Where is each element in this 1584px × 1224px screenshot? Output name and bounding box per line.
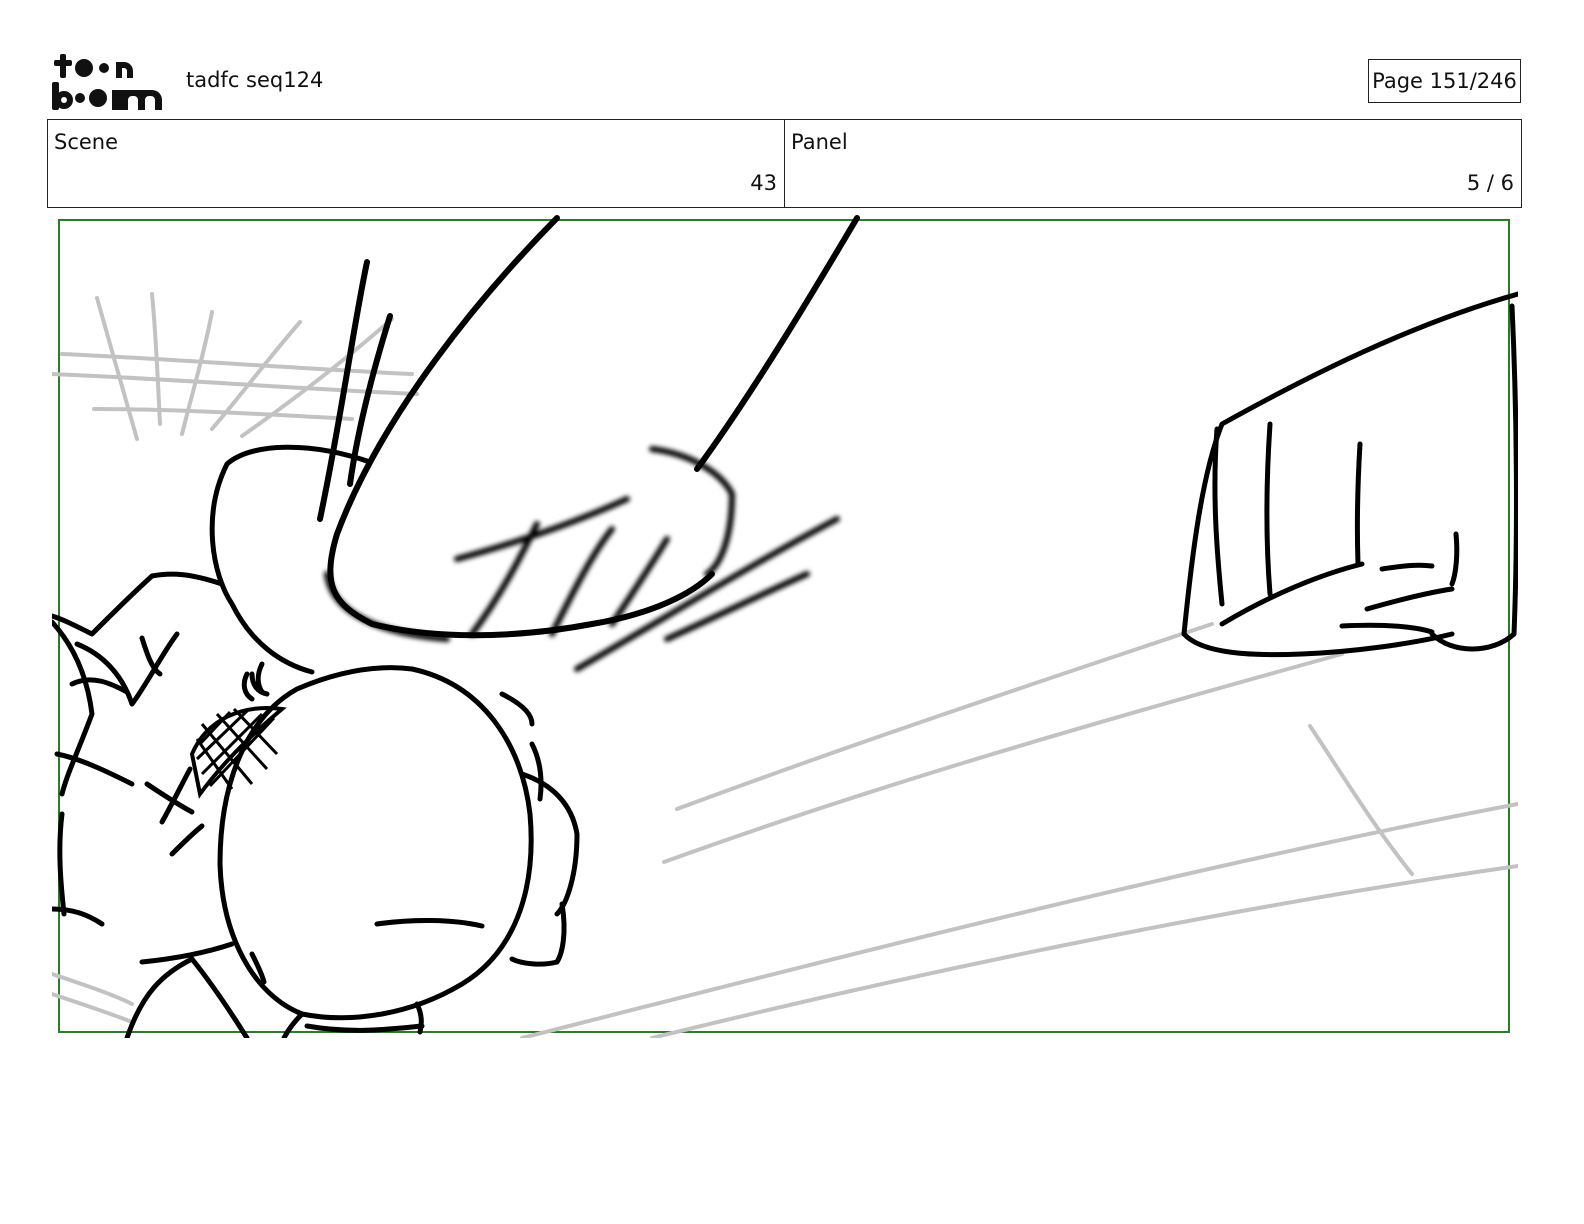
panel-cell: Panel 5 / 6 bbox=[784, 120, 1521, 207]
scene-label: Scene bbox=[54, 130, 119, 154]
mouth-hatching bbox=[189, 706, 287, 799]
page-indicator-text: Page 151/246 bbox=[1372, 69, 1517, 93]
document-title: tadfc seq124 bbox=[186, 68, 324, 92]
storyboard-drawing bbox=[52, 215, 1518, 1038]
scene-value: 43 bbox=[750, 171, 777, 195]
panel-label: Panel bbox=[791, 130, 848, 154]
right-hand-sketch bbox=[1181, 291, 1518, 658]
character-sketch bbox=[52, 444, 580, 1038]
page-indicator: Page 151/246 bbox=[1368, 59, 1521, 103]
toonboom-logo bbox=[50, 52, 164, 112]
toonboom-logo-icon bbox=[52, 54, 162, 110]
scene-cell: Scene 43 bbox=[48, 120, 784, 207]
scene-panel-info: Scene 43 Panel 5 / 6 bbox=[47, 119, 1522, 208]
panel-value: 5 / 6 bbox=[1466, 171, 1514, 195]
background-guide-lines bbox=[52, 292, 1518, 1038]
fist-motion-sketch bbox=[317, 215, 860, 672]
